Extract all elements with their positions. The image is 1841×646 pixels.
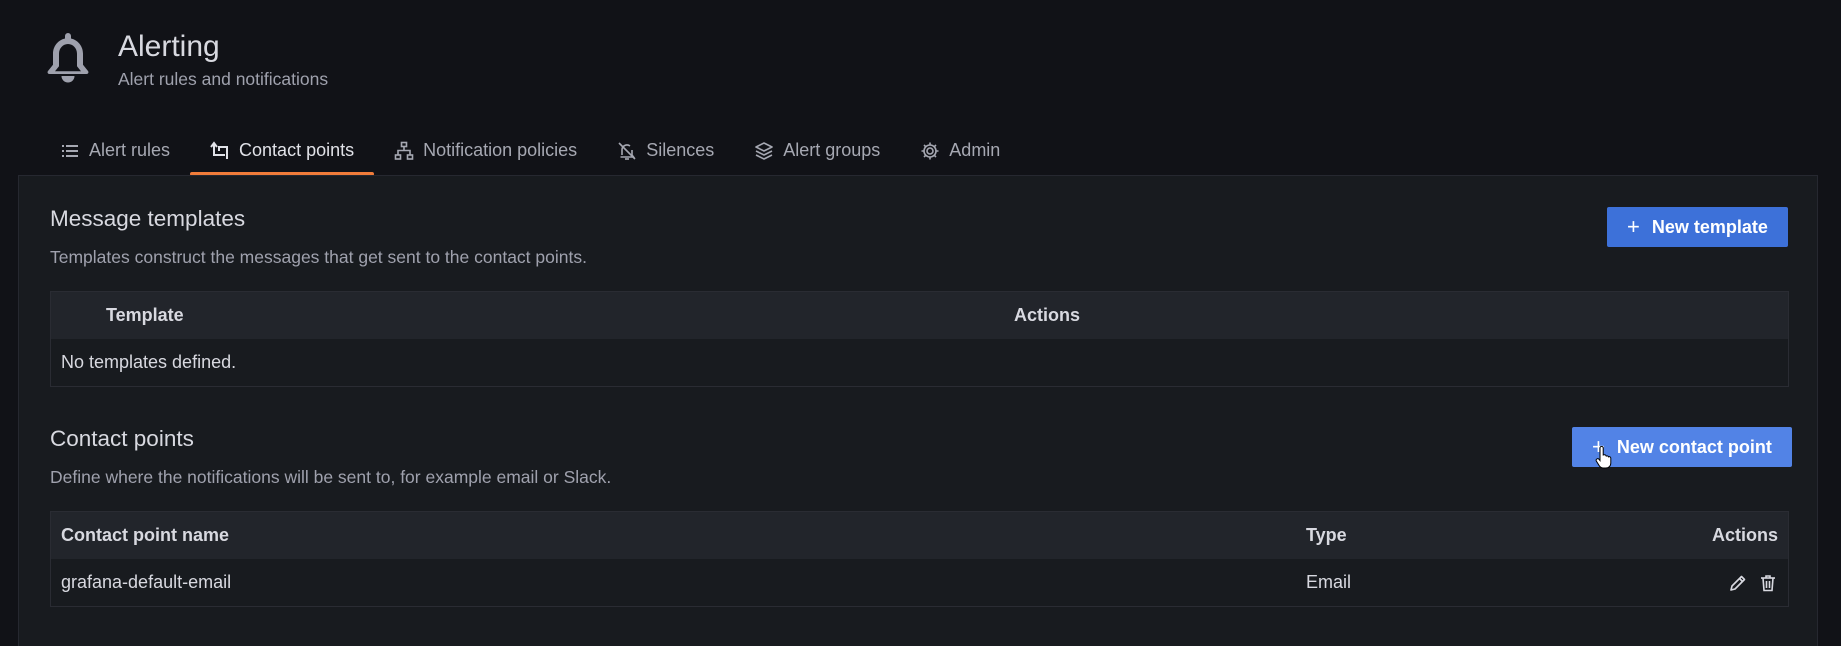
tab-contact-points[interactable]: Contact points bbox=[190, 130, 375, 176]
tab-label: Alert groups bbox=[783, 140, 881, 160]
tab-bar: Alert rules Contact points Notification … bbox=[40, 130, 1020, 176]
sitemap-icon bbox=[394, 141, 414, 160]
table-row: grafana-default-email Email bbox=[51, 559, 1788, 606]
hand-cursor-icon bbox=[1595, 446, 1612, 469]
tab-label: Admin bbox=[949, 140, 1001, 160]
gear-icon bbox=[921, 142, 939, 160]
templates-table: Template Actions No templates defined. bbox=[50, 291, 1789, 387]
tab-silences[interactable]: Silences bbox=[597, 130, 734, 176]
list-icon bbox=[62, 145, 78, 157]
tab-alert-rules[interactable]: Alert rules bbox=[40, 130, 190, 176]
trash-icon[interactable] bbox=[1758, 573, 1778, 593]
edit-icon[interactable] bbox=[1728, 573, 1748, 593]
column-header-type: Type bbox=[1306, 525, 1347, 545]
column-header-actions: Actions bbox=[1711, 525, 1778, 545]
layers-icon bbox=[755, 142, 774, 160]
plus-icon: + bbox=[1627, 214, 1640, 239]
contact-points-title: Contact points bbox=[50, 426, 194, 451]
row-actions bbox=[1728, 559, 1778, 606]
new-template-button[interactable]: + New template bbox=[1607, 207, 1788, 247]
contact-point-icon bbox=[210, 141, 229, 159]
contact-points-table: Contact point name Type Actions grafana-… bbox=[50, 511, 1789, 607]
page-header: Alerting Alert rules and notifications A… bbox=[0, 0, 1841, 176]
tab-label: Silences bbox=[646, 140, 715, 160]
table-header: Contact point name Type Actions bbox=[51, 512, 1788, 559]
contact-point-type: Email bbox=[1306, 572, 1352, 592]
tab-alert-groups[interactable]: Alert groups bbox=[734, 130, 900, 176]
column-header-template: Template bbox=[106, 305, 184, 325]
tab-notification-policies[interactable]: Notification policies bbox=[374, 130, 597, 176]
tab-admin[interactable]: Admin bbox=[900, 130, 1020, 176]
column-header-actions: Actions bbox=[1014, 305, 1081, 325]
column-header-name: Contact point name bbox=[61, 525, 230, 545]
templates-title: Message templates bbox=[50, 206, 246, 231]
empty-message: No templates defined. bbox=[61, 352, 237, 372]
table-header: Template Actions bbox=[51, 292, 1788, 339]
bell-icon bbox=[47, 33, 89, 83]
contact-point-name: grafana-default-email bbox=[61, 572, 232, 592]
tab-label: Notification policies bbox=[423, 140, 578, 160]
tab-label: Contact points bbox=[239, 140, 355, 160]
table-row-empty: No templates defined. bbox=[51, 339, 1788, 386]
page-title: Alerting bbox=[118, 30, 220, 63]
tab-label: Alert rules bbox=[89, 140, 171, 160]
templates-description: Templates construct the messages that ge… bbox=[50, 247, 587, 267]
page-subtitle: Alert rules and notifications bbox=[118, 69, 329, 89]
content-panel: Message templates Templates construct th… bbox=[18, 175, 1818, 646]
button-label: New contact point bbox=[1616, 436, 1772, 457]
contact-points-description: Define where the notifications will be s… bbox=[50, 467, 612, 487]
bell-slash-icon bbox=[618, 142, 636, 160]
button-label: New template bbox=[1651, 216, 1768, 237]
